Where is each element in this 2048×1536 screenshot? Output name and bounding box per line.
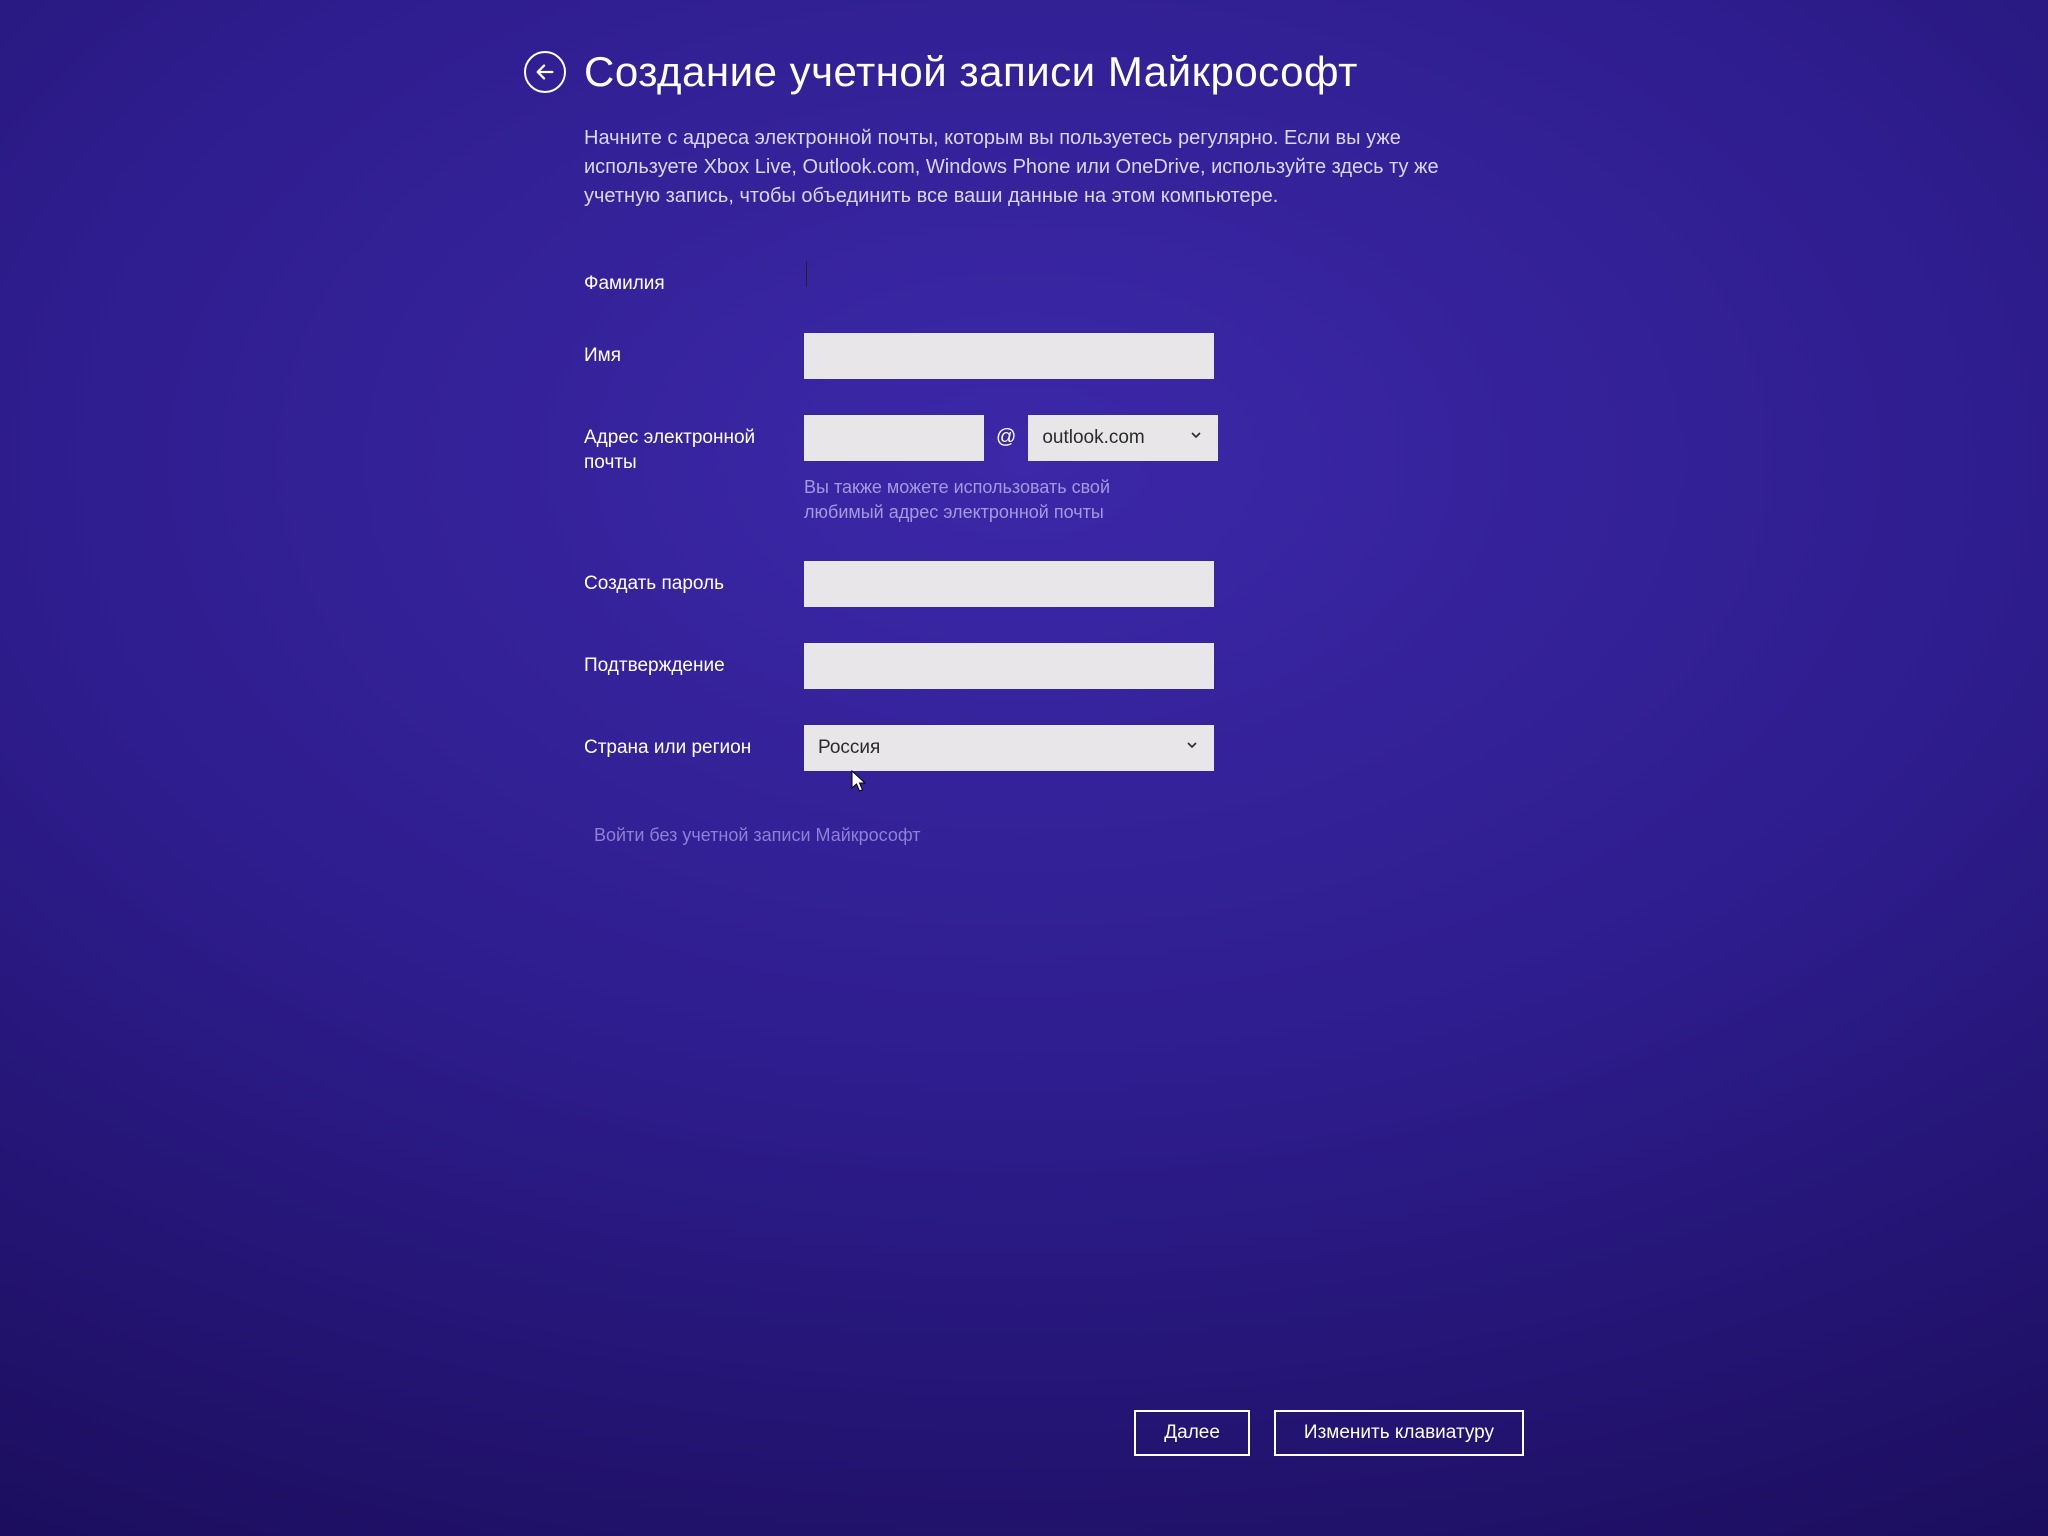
country-select[interactable]: Россия [804, 725, 1214, 771]
confirm-password-input[interactable] [804, 643, 1214, 689]
firstname-label: Имя [584, 333, 804, 369]
password-label: Создать пароль [584, 561, 804, 597]
lastname-label: Фамилия [584, 261, 804, 297]
page-title: Создание учетной записи Майкрософт [584, 48, 1358, 96]
confirm-label: Подтверждение [584, 643, 804, 679]
email-domain-select[interactable]: outlook.com [1028, 415, 1218, 461]
email-domain-selected: outlook.com [1042, 427, 1144, 449]
lastname-input[interactable] [804, 261, 807, 287]
next-button[interactable]: Далее [1134, 1410, 1250, 1456]
country-label: Страна или регион [584, 725, 804, 761]
change-keyboard-button[interactable]: Изменить клавиатуру [1274, 1410, 1524, 1456]
firstname-input[interactable] [804, 333, 1214, 379]
back-button[interactable] [524, 51, 566, 93]
email-at-symbol: @ [996, 426, 1016, 449]
chevron-down-icon [1188, 427, 1204, 449]
email-user-input[interactable] [804, 415, 984, 461]
email-hint: Вы также можете использовать свой любимы… [804, 475, 1164, 525]
chevron-down-icon [1184, 737, 1200, 759]
instructions-text: Начните с адреса электронной почты, кото… [584, 124, 1484, 211]
country-selected: Россия [818, 737, 880, 759]
signin-without-account-link[interactable]: Войти без учетной записи Майкрософт [594, 825, 921, 846]
arrow-left-icon [534, 61, 556, 83]
password-input[interactable] [804, 561, 1214, 607]
email-label: Адрес электронной почты [584, 415, 804, 476]
